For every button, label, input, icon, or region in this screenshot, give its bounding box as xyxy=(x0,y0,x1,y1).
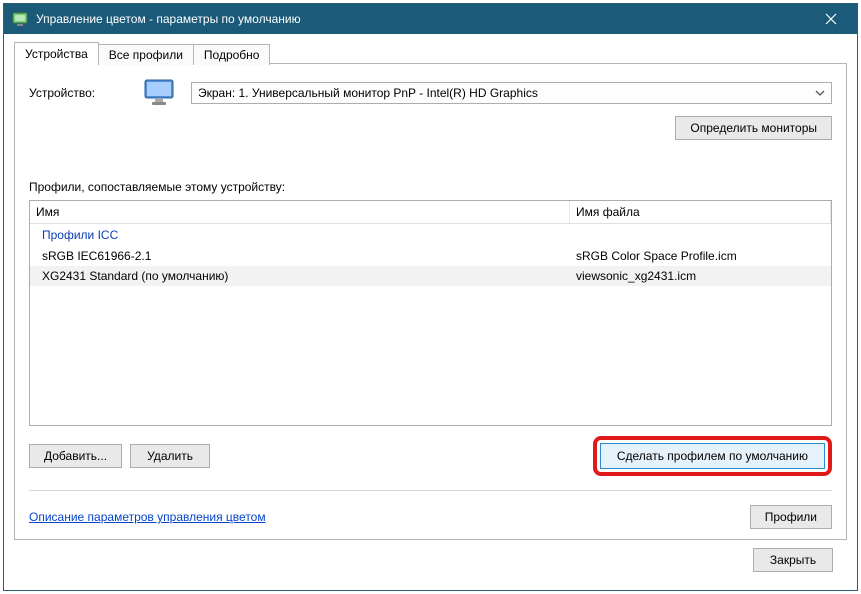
profiles-list-label: Профили, сопоставляемые этому устройству… xyxy=(29,180,832,194)
tab-details[interactable]: Подробно xyxy=(193,44,271,65)
remove-button[interactable]: Удалить xyxy=(130,444,210,468)
cell-file: sRGB Color Space Profile.icm xyxy=(576,249,825,263)
separator xyxy=(29,490,832,491)
close-button[interactable] xyxy=(809,5,853,33)
tab-devices[interactable]: Устройства xyxy=(14,42,99,64)
highlight-annotation: Сделать профилем по умолчанию xyxy=(593,436,832,476)
tab-panel-devices: Устройство: Экран: 1. Универсальный мони… xyxy=(14,63,847,540)
device-selected-text: Экран: 1. Универсальный монитор PnP - In… xyxy=(198,86,538,100)
titlebar: Управление цветом - параметры по умолчан… xyxy=(4,4,857,34)
close-icon xyxy=(825,13,837,25)
identify-monitors-button[interactable]: Определить мониторы xyxy=(675,116,832,140)
device-label: Устройство: xyxy=(29,86,129,100)
table-row[interactable]: XG2431 Standard (по умолчанию) viewsonic… xyxy=(30,266,831,286)
listview-header: Имя Имя файла xyxy=(30,201,831,224)
identify-row: Определить мониторы xyxy=(29,116,832,140)
profiles-listview[interactable]: Имя Имя файла Профили ICC sRGB IEC61966-… xyxy=(29,200,832,426)
listview-body: Профили ICC sRGB IEC61966-2.1 sRGB Color… xyxy=(30,224,831,286)
cell-file: viewsonic_xg2431.icm xyxy=(576,269,825,283)
profiles-button[interactable]: Профили xyxy=(750,505,832,529)
device-row: Устройство: Экран: 1. Универсальный мони… xyxy=(29,78,832,108)
table-row[interactable]: sRGB IEC61966-2.1 sRGB Color Space Profi… xyxy=(30,246,831,266)
bottom-bar: Закрыть xyxy=(14,540,847,580)
column-name[interactable]: Имя xyxy=(30,201,570,223)
listview-group: Профили ICC xyxy=(30,224,831,246)
link-row: Описание параметров управления цветом Пр… xyxy=(29,505,832,529)
add-button[interactable]: Добавить... xyxy=(29,444,122,468)
profile-buttons-row: Добавить... Удалить Сделать профилем по … xyxy=(29,436,832,476)
help-link[interactable]: Описание параметров управления цветом xyxy=(29,510,266,524)
window-title: Управление цветом - параметры по умолчан… xyxy=(36,12,809,26)
monitor-icon xyxy=(143,78,177,108)
chevron-down-icon xyxy=(815,87,825,101)
cell-name: sRGB IEC61966-2.1 xyxy=(36,249,576,263)
tab-strip: Устройства Все профили Подробно xyxy=(14,42,847,64)
cell-name: XG2431 Standard (по умолчанию) xyxy=(36,269,576,283)
close-dialog-button[interactable]: Закрыть xyxy=(753,548,833,572)
color-management-window: Управление цветом - параметры по умолчан… xyxy=(3,3,858,591)
column-file[interactable]: Имя файла xyxy=(570,201,831,223)
tab-all-profiles[interactable]: Все профили xyxy=(98,44,194,65)
set-default-profile-button[interactable]: Сделать профилем по умолчанию xyxy=(600,443,825,469)
app-icon xyxy=(12,11,28,27)
dialog-body: Устройства Все профили Подробно Устройст… xyxy=(4,34,857,590)
device-dropdown[interactable]: Экран: 1. Универсальный монитор PnP - In… xyxy=(191,82,832,104)
